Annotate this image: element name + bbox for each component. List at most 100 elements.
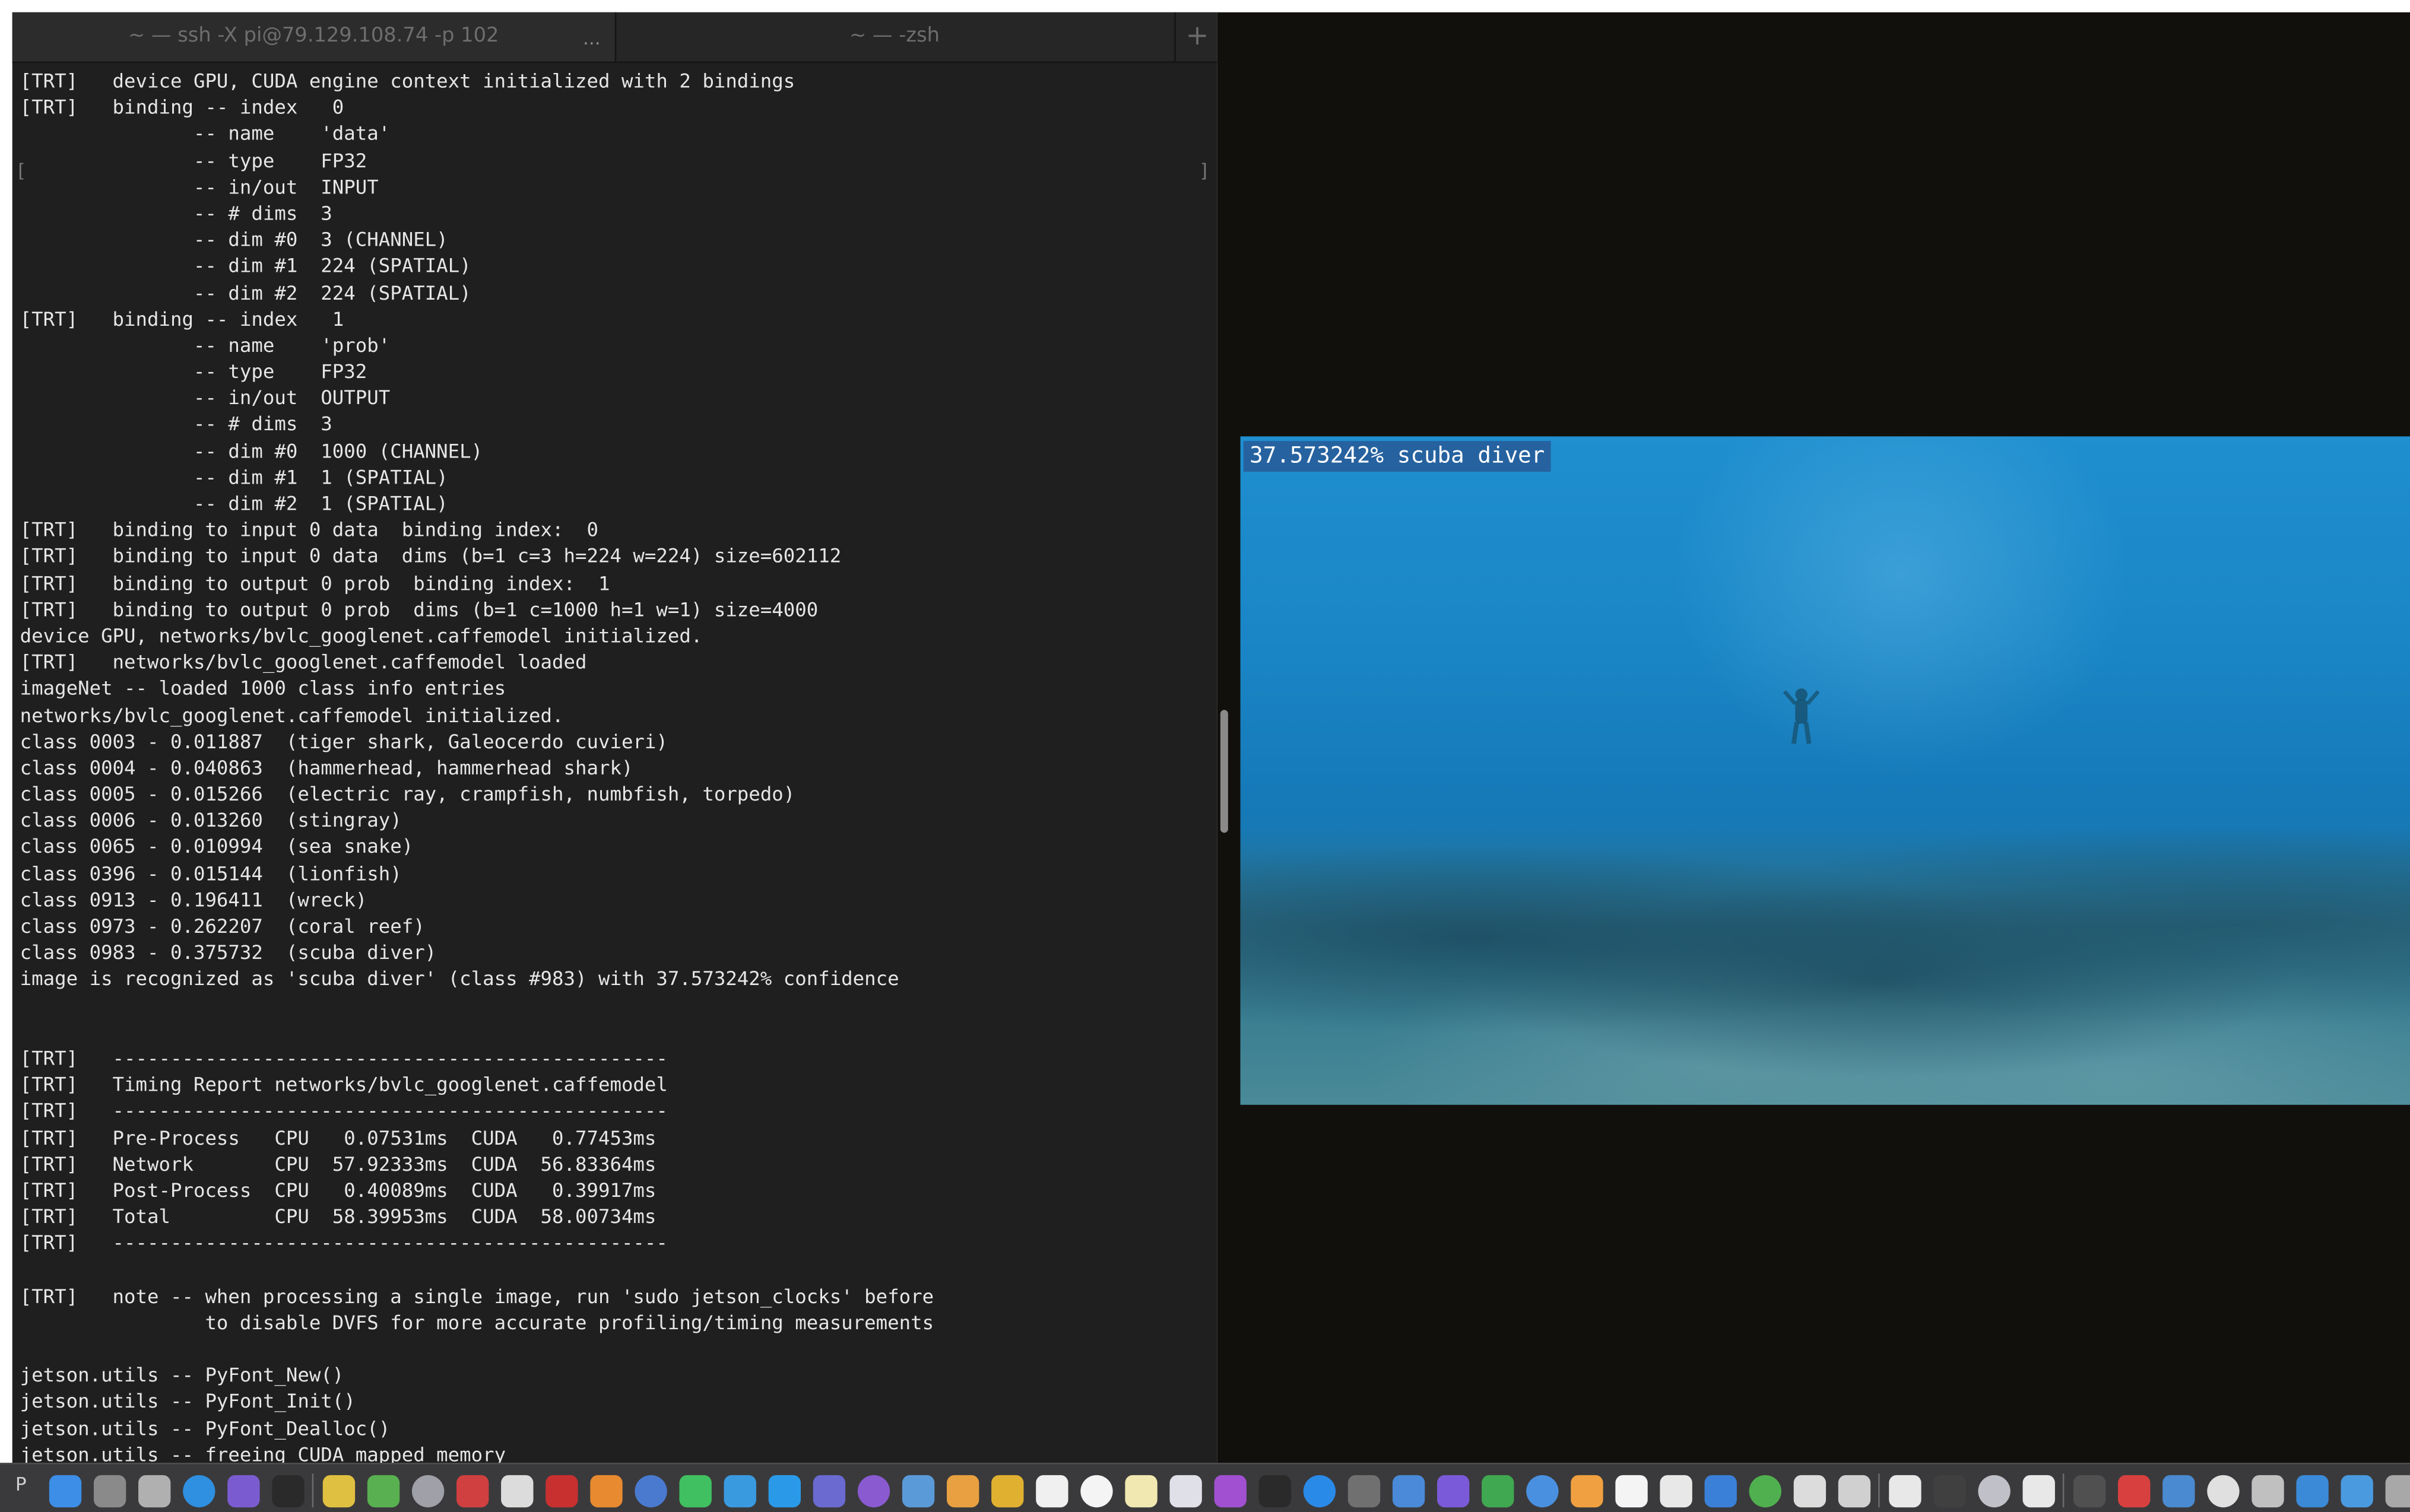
terminal-window[interactable]: ~ — ssh -X pi@79.129.108.74 -p 102 ... ~… <box>12 12 1217 1463</box>
window-3-icon[interactable] <box>2162 1475 2195 1508</box>
underwater-scene-image <box>1240 436 2410 1105</box>
photos-app-icon[interactable] <box>322 1475 356 1508</box>
window-7-icon[interactable] <box>2341 1475 2373 1508</box>
terminal-line: class 0003 - 0.011887 (tiger shark, Gale… <box>20 729 668 752</box>
bug-app-icon[interactable] <box>456 1475 489 1508</box>
maps-icon[interactable] <box>367 1475 400 1508</box>
notes-icon[interactable] <box>991 1475 1024 1508</box>
seabed-area <box>1240 828 2410 1105</box>
preview-icon[interactable] <box>411 1475 445 1508</box>
podcasts-icon[interactable] <box>1214 1475 1247 1508</box>
terminal-line: [TRT] networks/bvlc_googlenet.caffemodel… <box>20 650 587 674</box>
terminal-line: -- dim #2 224 (SPATIAL) <box>20 280 471 304</box>
dock-separator <box>312 1473 314 1508</box>
terminal-line: [TRT] ----------------------------------… <box>20 1099 668 1123</box>
skype-icon[interactable] <box>768 1475 801 1508</box>
itunes-icon[interactable] <box>1169 1475 1202 1508</box>
drone-icon[interactable] <box>1347 1475 1381 1508</box>
viber-icon[interactable] <box>857 1475 890 1508</box>
screen: ~ — ssh -X pi@79.129.108.74 -p 102 ... ~… <box>0 0 2410 1512</box>
calendar-icon[interactable] <box>1036 1475 1068 1508</box>
script-editor-icon[interactable] <box>1660 1475 1692 1508</box>
terminal-line: class 0973 - 0.262207 (coral reef) <box>20 914 425 938</box>
chrome-icon[interactable] <box>1749 1475 1781 1508</box>
terminal-line: networks/bvlc_googlenet.caffemodel initi… <box>20 703 564 726</box>
keynote-icon[interactable] <box>1526 1475 1559 1508</box>
apple-tv-icon[interactable] <box>1258 1475 1292 1508</box>
terminal-output[interactable]: [TRT] device GPU, CUDA engine context in… <box>20 68 934 1463</box>
terminal-line: [TRT] binding -- index 0 <box>20 96 344 119</box>
tab-ssh-session[interactable]: ~ — ssh -X pi@79.129.108.74 -p 102 ... <box>12 12 617 62</box>
new-tab-button[interactable]: + <box>1174 12 1217 62</box>
terminal-line: -- type FP32 <box>20 148 367 171</box>
tab-overflow-icon[interactable]: ... <box>575 12 608 65</box>
terminal-line: [TRT] Pre-Process CPU 0.07531ms CUDA 0.7… <box>20 1125 657 1149</box>
mail-icon[interactable] <box>902 1475 935 1508</box>
archive-icon[interactable] <box>1838 1475 1871 1508</box>
window-2-icon[interactable] <box>2118 1475 2151 1508</box>
launchpad-icon[interactable] <box>138 1475 171 1508</box>
window-5-icon[interactable] <box>2252 1475 2284 1508</box>
terminal-line: [TRT] device GPU, CUDA engine context in… <box>20 69 795 93</box>
terminal-line: [TRT] Timing Report networks/bvlc_google… <box>20 1072 668 1096</box>
teams-icon[interactable] <box>813 1475 846 1508</box>
stickies-icon[interactable] <box>1125 1475 1158 1508</box>
terminal-line: class 0983 - 0.375732 (scuba diver) <box>20 941 437 964</box>
textedit-icon[interactable] <box>1615 1475 1648 1508</box>
scuba-diver-figure <box>1783 688 1820 744</box>
terminal-line: [TRT] binding to input 0 data dims (b=1 … <box>20 544 842 568</box>
xcode-icon[interactable] <box>1392 1475 1425 1508</box>
screenshot-icon[interactable] <box>1793 1475 1826 1508</box>
activity-monitor-icon[interactable] <box>1933 1475 1966 1508</box>
trash-icon[interactable] <box>2385 1475 2410 1508</box>
window-6-icon[interactable] <box>2296 1475 2329 1508</box>
tab-zsh-session[interactable]: ~ — -zsh <box>616 12 1172 62</box>
imovie-icon[interactable] <box>1437 1475 1470 1508</box>
dock-separator <box>2062 1473 2065 1508</box>
unity-icon[interactable] <box>1889 1475 1921 1508</box>
messages-icon[interactable] <box>679 1475 712 1508</box>
terminal-line: [TRT] ----------------------------------… <box>20 1231 668 1254</box>
dock-separator <box>1878 1473 1880 1508</box>
terminal-line: class 0065 - 0.010994 (sea snake) <box>20 835 414 859</box>
terminal-line: jetson.utils -- PyFont_Init() <box>20 1389 356 1413</box>
prediction-overlay-label: 37.573242% scuba diver <box>1243 441 1551 472</box>
filezilla-icon[interactable] <box>546 1475 578 1508</box>
chat-bubble-icon[interactable] <box>724 1475 756 1508</box>
terminal-tab-bar: ~ — ssh -X pi@79.129.108.74 -p 102 ... ~… <box>12 12 1217 63</box>
finder-icon[interactable] <box>49 1475 82 1508</box>
terminal-line: class 0004 - 0.040863 (hammerhead, hamme… <box>20 755 633 779</box>
window-1-icon[interactable] <box>2073 1475 2106 1508</box>
numbers-icon[interactable] <box>1482 1475 1514 1508</box>
terminal-line: [TRT] ----------------------------------… <box>20 1046 668 1070</box>
dock-partial-text: P <box>15 1473 27 1495</box>
terminal-line: [TRT] Total CPU 58.39953ms CUDA 58.00734… <box>20 1205 657 1228</box>
terminal-line: to disable DVFS for more accurate profil… <box>20 1310 934 1334</box>
settings-gear-icon[interactable] <box>501 1475 534 1508</box>
terminal-line: -- in/out INPUT <box>20 174 379 198</box>
document-icon[interactable] <box>2022 1475 2055 1508</box>
vlc-icon[interactable] <box>1704 1475 1737 1508</box>
blender-icon[interactable] <box>590 1475 623 1508</box>
window-4-icon[interactable] <box>2207 1475 2240 1508</box>
terminal-line: [TRT] Network CPU 57.92333ms CUDA 56.833… <box>20 1152 657 1176</box>
terminal-icon[interactable] <box>272 1475 305 1508</box>
terminal-line: -- dim #1 1 (SPATIAL) <box>20 465 448 488</box>
terminal-scrollbar-handle[interactable] <box>1220 710 1228 833</box>
pages-icon[interactable] <box>1571 1475 1603 1508</box>
reminders-icon[interactable] <box>1080 1475 1113 1508</box>
siri-icon[interactable] <box>227 1475 260 1508</box>
terminal-line: -- dim #0 1000 (CHANNEL) <box>20 439 483 462</box>
terminal-line: jetson.utils -- PyFont_New() <box>20 1363 344 1387</box>
system-preferences-icon[interactable] <box>93 1475 126 1508</box>
safari-icon[interactable] <box>183 1475 215 1508</box>
disk-utility-icon[interactable] <box>1978 1475 2011 1508</box>
app-store-icon[interactable] <box>1303 1475 1336 1508</box>
document-viewer-icon[interactable] <box>635 1475 667 1508</box>
photos-icon[interactable] <box>947 1475 979 1508</box>
terminal-line: -- # dims 3 <box>20 201 332 224</box>
